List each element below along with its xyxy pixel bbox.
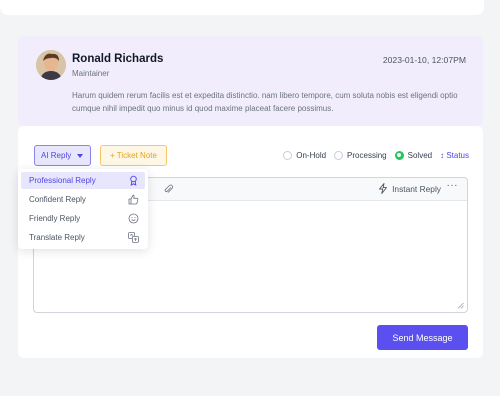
status-option-on-hold[interactable]: On-Hold [283, 150, 327, 160]
menu-item-friendly-reply[interactable]: Friendly Reply [21, 210, 145, 227]
radio-icon [283, 150, 293, 160]
author-role: Maintainer [72, 69, 110, 78]
badge-icon [130, 175, 137, 186]
status-selector: On-Hold Processing Solved ↕ Status [275, 149, 469, 161]
previous-card [0, 0, 484, 15]
status-option-label: Processing [347, 150, 387, 160]
status-link[interactable]: ↕ Status [440, 151, 469, 160]
thumbs-up-icon [128, 194, 139, 205]
menu-item-label: Confident Reply [29, 195, 86, 204]
send-message-button[interactable]: Send Message [377, 325, 468, 350]
menu-item-confident-reply[interactable]: Confident Reply [21, 191, 145, 208]
smile-icon [128, 213, 139, 224]
radio-icon [334, 150, 344, 160]
caret-down-icon [77, 154, 83, 158]
message-body: Harum quidem rerum facilis est et expedi… [72, 91, 458, 113]
avatar [36, 50, 66, 80]
status-option-label: Solved [407, 150, 433, 160]
attachment-icon[interactable] [163, 183, 174, 195]
author-name: Ronald Richards [72, 53, 164, 65]
ai-reply-button[interactable]: AI Reply [34, 145, 91, 166]
more-options-icon[interactable]: ··· [447, 180, 459, 191]
ai-reply-dropdown: Professional Reply Confident Reply Frien… [18, 169, 148, 249]
status-option-processing[interactable]: Processing [334, 150, 387, 160]
menu-item-label: Friendly Reply [29, 214, 81, 223]
menu-item-translate-reply[interactable]: Translate Reply [21, 229, 145, 246]
ticket-note-button[interactable]: + Ticket Note [100, 145, 167, 166]
menu-item-professional-reply[interactable]: Professional Reply [21, 172, 145, 189]
lightning-icon [379, 183, 388, 194]
radio-checked-icon [394, 150, 404, 160]
menu-item-label: Professional Reply [29, 176, 96, 185]
message-timestamp: 2023-01-10, 12:07PM [382, 55, 466, 65]
status-option-label: On-Hold [296, 150, 327, 160]
menu-item-label: Translate Reply [29, 233, 85, 242]
status-option-solved[interactable]: Solved [394, 150, 433, 160]
message-card: Ronald Richards Maintainer 2023-01-10, 1… [18, 36, 483, 126]
resize-handle-icon[interactable] [457, 302, 464, 309]
ai-reply-label: AI Reply [41, 151, 72, 160]
translate-icon [128, 232, 139, 243]
avatar-image [36, 50, 66, 80]
instant-reply-label: Instant Reply [392, 183, 441, 194]
instant-reply-button[interactable]: Instant Reply [378, 183, 441, 194]
